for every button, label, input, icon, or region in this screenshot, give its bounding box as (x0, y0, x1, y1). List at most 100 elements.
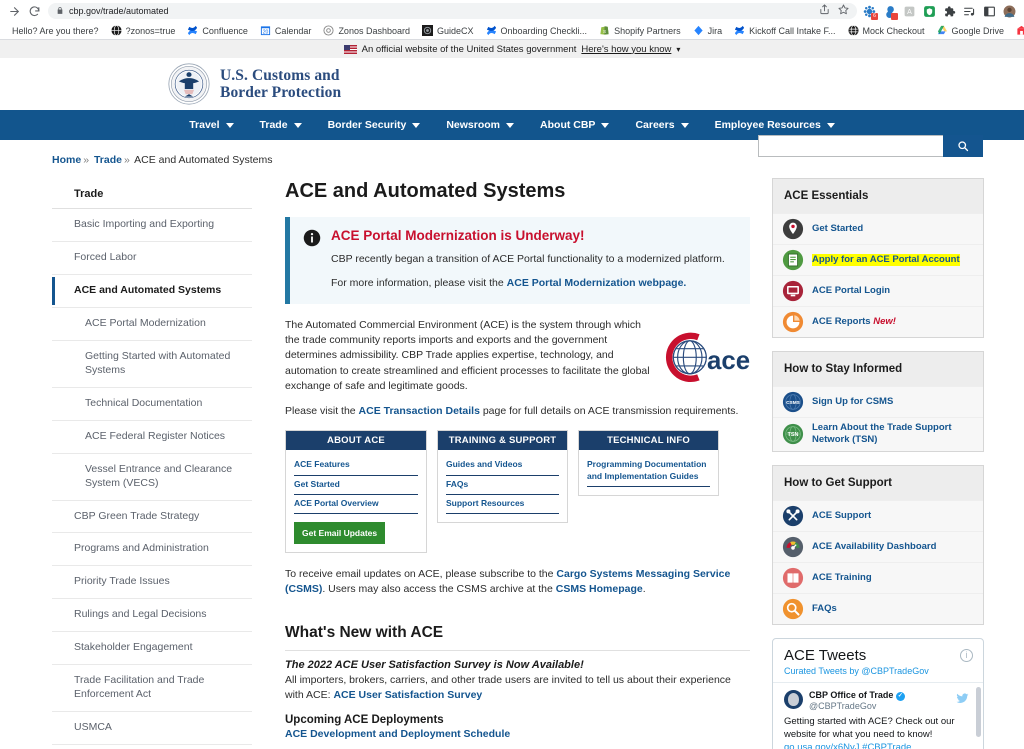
csms-homepage-link[interactable]: CSMS Homepage (556, 583, 643, 595)
tweet-author[interactable]: CBP Office of Trade ✓ @CBPTradeGov (784, 690, 972, 711)
card-link-get-started[interactable]: Get Started (294, 476, 418, 495)
sidebar-item-technical-documentation[interactable]: Technical Documentation (52, 388, 252, 421)
bookmark-label: Mock Checkout (863, 26, 925, 36)
bookmark-item[interactable]: Hello? Are you there? (6, 23, 105, 39)
tweets-handle[interactable]: @CBPTradeGov (861, 666, 928, 676)
intro-paragraph: The Automated Commercial Environment (AC… (285, 318, 656, 395)
card-link-support-resources[interactable]: Support Resources (446, 495, 559, 514)
puzzle-blue-extension-icon[interactable]: 6 (863, 5, 876, 18)
reload-button[interactable] (24, 1, 44, 21)
card-link-programming-documentation[interactable]: Programming Documentation and Implementa… (587, 456, 710, 486)
sidebar-item-tftea[interactable]: Trade Facilitation and Trade Enforcement… (52, 665, 252, 712)
bookmark-item[interactable]: S Shopify Partners (593, 23, 687, 39)
list-music-icon[interactable] (963, 5, 976, 18)
sidebar-item-priority-trade-issues[interactable]: Priority Trade Issues (52, 566, 252, 599)
nav-item-newsroom[interactable]: Newsroom (433, 110, 527, 140)
cbp-brand-text: U.S. Customs and Border Protection (220, 67, 341, 102)
forward-button[interactable] (4, 1, 24, 21)
tweet-link[interactable]: go.usa.gov/x6NyJ (784, 742, 860, 749)
sidebar-item-getting-started[interactable]: Getting Started with Automated Systems (52, 341, 252, 388)
sidebar-item-ace-federal-register-notices[interactable]: ACE Federal Register Notices (52, 421, 252, 454)
svg-text:CSMS: CSMS (786, 400, 800, 406)
panel-row-ace-portal-login[interactable]: ACE Portal Login (773, 275, 983, 306)
grey-extension-icon[interactable]: A (903, 5, 916, 18)
sidebar-item-green-trade-strategy[interactable]: CBP Green Trade Strategy (52, 501, 252, 534)
svg-text:ace: ace (707, 347, 750, 375)
info-icon[interactable]: i (960, 649, 973, 662)
nav-item-trade[interactable]: Trade (247, 110, 315, 140)
red-extension-icon[interactable] (883, 5, 896, 18)
sidebar-item-ace-portal-modernization[interactable]: ACE Portal Modernization (52, 308, 252, 341)
bookmark-item[interactable]: Confluence (181, 23, 254, 39)
panel-row-ace-support[interactable]: ACE Support (773, 500, 983, 531)
bookmark-item[interactable]: Kickoff Call Intake F... (728, 23, 841, 39)
bookmark-item[interactable]: ?zonos=true (105, 23, 182, 39)
panel-row-ace-reports[interactable]: ACE Reports New! (773, 306, 983, 337)
panel-row-get-started[interactable]: Get Started (773, 213, 983, 244)
share-icon[interactable] (819, 2, 830, 20)
bookmark-item[interactable]: GuideCX (416, 23, 480, 39)
bookmark-label: Calendar (275, 26, 312, 36)
search-button[interactable] (943, 135, 983, 157)
breadcrumb-trade[interactable]: Trade (94, 154, 122, 166)
ace-user-satisfaction-survey-link[interactable]: ACE User Satisfaction Survey (333, 689, 482, 701)
sidebar-item-vecs[interactable]: Vessel Entrance and Clearance System (VE… (52, 454, 252, 501)
sidebar-item-rulings-and-legal-decisions[interactable]: Rulings and Legal Decisions (52, 599, 252, 632)
bookmark-label: Zonos Dashboard (338, 26, 410, 36)
panel-row-apply-for-ace-portal-account[interactable]: Apply for an ACE Portal Account (773, 244, 983, 275)
tweet-hashtag[interactable]: #CBPTrade (862, 742, 911, 749)
sidebar-item-forced-labor[interactable]: Forced Labor (52, 242, 252, 275)
split-panel-icon[interactable] (983, 5, 996, 18)
green-shield-extension-icon[interactable] (923, 5, 936, 18)
panel-ace-essentials: ACE Essentials Get Started Apply for an … (772, 178, 984, 338)
chevron-down-icon[interactable]: ▾ (676, 45, 680, 54)
get-email-updates-button[interactable]: Get Email Updates (294, 522, 385, 544)
bookmark-label: Jira (708, 26, 723, 36)
sidebar-item-stakeholder-engagement[interactable]: Stakeholder Engagement (52, 632, 252, 665)
puzzle-icon[interactable] (943, 5, 956, 18)
sidebar-item-usmca[interactable]: USMCA (52, 712, 252, 745)
cbp-brand[interactable]: U.S. Customs and Border Protection (168, 63, 341, 105)
nav-item-border-security[interactable]: Border Security (315, 110, 434, 140)
nav-item-careers[interactable]: Careers (622, 110, 701, 140)
ace-portal-modernization-link[interactable]: ACE Portal Modernization webpage. (507, 277, 687, 289)
address-bar[interactable]: cbp.gov/trade/automated (48, 3, 857, 19)
bookmark-item[interactable]: 20 Calendar (254, 23, 318, 39)
panel-row-faqs[interactable]: FAQs (773, 593, 983, 624)
info-icon (303, 229, 321, 291)
panel-row-ace-training[interactable]: ACE Training (773, 562, 983, 593)
heres-how-you-know-link[interactable]: Here's how you know (581, 44, 671, 55)
globe-dark-icon (848, 25, 859, 36)
intro-section: The Automated Commercial Environment (AC… (285, 318, 750, 395)
card-technical-info: TECHNICAL INFO Programming Documentation… (578, 430, 719, 495)
bookmark-item[interactable]: Mock Checkout (842, 23, 931, 39)
guidecx-icon (422, 25, 433, 36)
breadcrumb-home[interactable]: Home (52, 154, 81, 166)
panel-row-sign-up-for-csms[interactable]: CSMS Sign Up for CSMS (773, 386, 983, 417)
bookmark-item[interactable]: Onboarding Checkli... (480, 23, 594, 39)
card-body: Programming Documentation and Implementa… (579, 450, 718, 494)
panel-row-ace-availability-dashboard[interactable]: ACE Availability Dashboard (773, 531, 983, 562)
profile-avatar[interactable] (1003, 5, 1016, 18)
avatar (784, 690, 803, 709)
card-link-ace-features[interactable]: ACE Features (294, 456, 418, 475)
ace-transaction-details-link[interactable]: ACE Transaction Details (359, 405, 480, 417)
nav-item-travel[interactable]: Travel (176, 110, 246, 140)
card-link-ace-portal-overview[interactable]: ACE Portal Overview (294, 495, 418, 514)
sidebar-item-basic-importing[interactable]: Basic Importing and Exporting (52, 209, 252, 242)
bookmark-item[interactable]: GrubHub (1010, 23, 1024, 39)
sidebar-item-programs-and-administration[interactable]: Programs and Administration (52, 533, 252, 566)
nav-item-about-cbp[interactable]: About CBP (527, 110, 622, 140)
card-link-faqs[interactable]: FAQs (446, 476, 559, 495)
nav-item-employee-resources[interactable]: Employee Resources (702, 110, 848, 140)
star-icon[interactable] (838, 2, 849, 20)
tweets-scrollbar[interactable] (976, 687, 981, 737)
bookmark-item[interactable]: Zonos Dashboard (317, 23, 416, 39)
sidebar-item-ace-and-automated-systems[interactable]: ACE and Automated Systems (52, 275, 252, 308)
ace-deployment-schedule-link[interactable]: ACE Development and Deployment Schedule (285, 728, 510, 740)
panel-row-trade-support-network[interactable]: TSN Learn About the Trade Support Networ… (773, 417, 983, 451)
breadcrumb-current: ACE and Automated Systems (134, 154, 272, 166)
bookmark-item[interactable]: Google Drive (931, 23, 1011, 39)
card-link-guides-and-videos[interactable]: Guides and Videos (446, 456, 559, 475)
bookmark-item[interactable]: Jira (687, 23, 729, 39)
